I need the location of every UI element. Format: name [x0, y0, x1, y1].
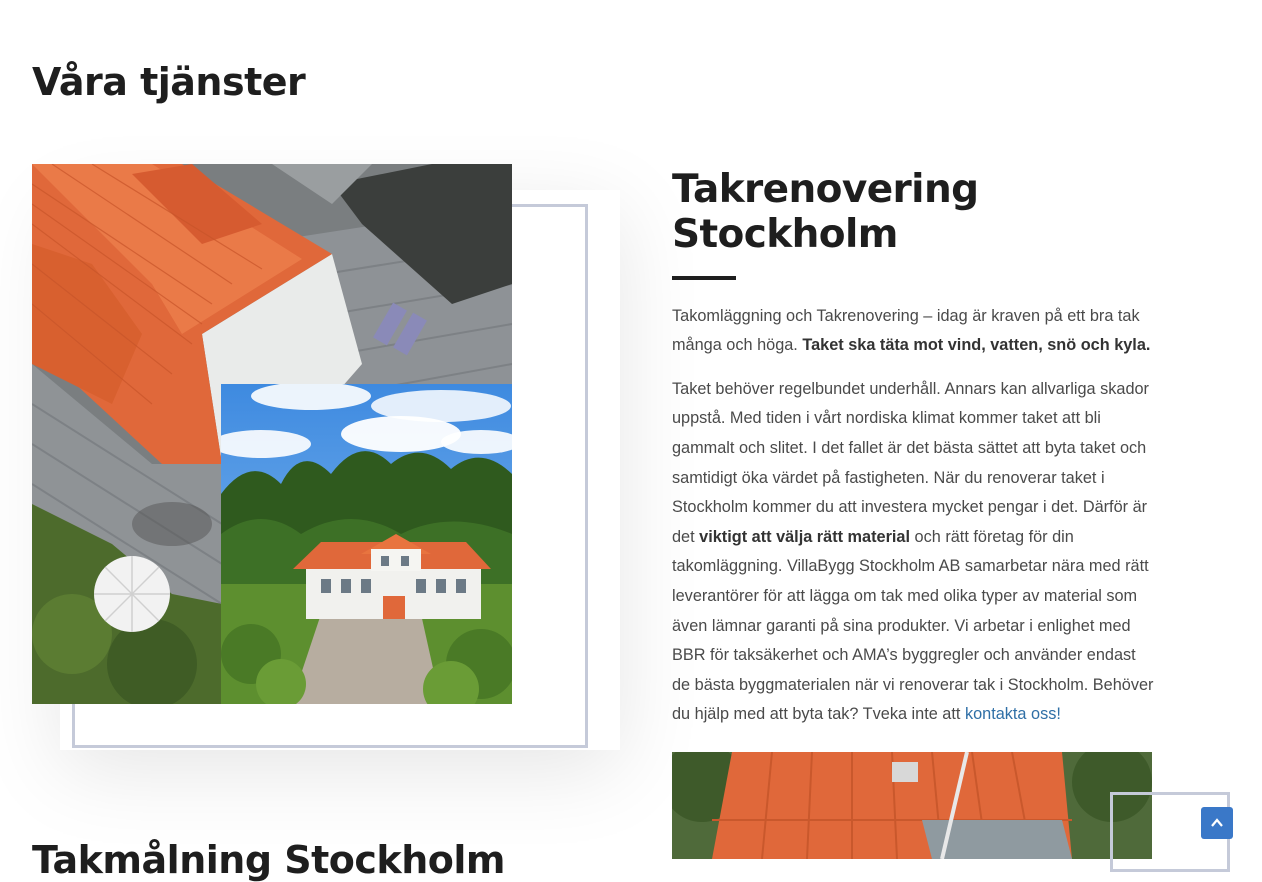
title-underline [672, 275, 736, 280]
house-exterior-photo [221, 384, 512, 704]
section-title: Våra tjänster [32, 60, 306, 104]
service-body: Taket behöver regelbundet underhåll. Ann… [672, 375, 1154, 730]
chevron-up-icon [1211, 818, 1223, 827]
scroll-to-top-button[interactable] [1201, 807, 1233, 839]
body-text-1: Taket behöver regelbundet underhåll. Ann… [672, 379, 1149, 546]
service-content: Takrenovering Stockholm Takomläggning oc… [672, 167, 1154, 730]
next-service-title: Takmålning Stockholm [32, 838, 505, 882]
body-bold-text: viktigt att välja rätt material [699, 527, 911, 546]
intro-bold-text: Taket ska täta mot vind, vatten, snö och… [802, 336, 1151, 355]
service-title: Takrenovering Stockholm [672, 167, 979, 257]
roof-renovation-photo [672, 752, 1152, 859]
body-text-2: och rätt företag för din takomläggning. … [672, 527, 1154, 724]
service-intro: Takomläggning och Takrenovering – idag ä… [672, 302, 1154, 361]
contact-link[interactable]: kontakta oss! [965, 705, 1061, 723]
